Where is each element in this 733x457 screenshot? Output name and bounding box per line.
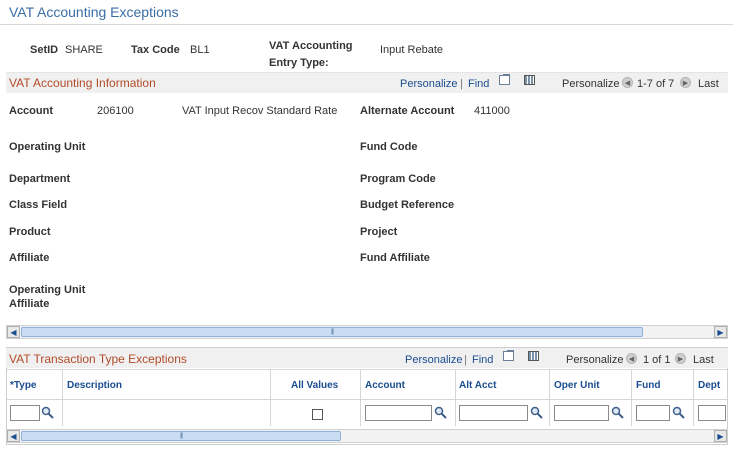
trans-exc-horizontal-scrollbar[interactable]: ◀ |||| ▶ [6, 429, 728, 443]
scroll-thumb[interactable]: |||| [21, 327, 643, 337]
magnifier-icon[interactable] [41, 406, 54, 419]
trans-exc-title: VAT Transaction Type Exceptions [9, 352, 187, 366]
header-bottom-rule [7, 399, 727, 400]
department-label: Department [9, 173, 71, 185]
acct-info-find-link[interactable]: Find [468, 78, 489, 90]
circle-arrow-right-icon[interactable]: ▶ [680, 77, 691, 88]
operating-unit-label: Operating Unit [9, 141, 86, 153]
nav-separator: | [460, 78, 463, 90]
alt-acct-input[interactable] [459, 405, 528, 421]
entry-type-value: Input Rebate [380, 44, 443, 56]
col-all-values[interactable]: All Values [291, 380, 338, 391]
taxcode-value: BL1 [190, 44, 210, 56]
magnifier-icon[interactable] [672, 406, 685, 419]
magnifier-icon[interactable] [530, 406, 543, 419]
trans-exc-last[interactable]: Last [693, 354, 714, 366]
col-oper-unit[interactable]: Oper Unit [554, 380, 600, 391]
col-alt-acct[interactable]: Alt Acct [459, 380, 496, 391]
magnifier-icon[interactable] [434, 406, 447, 419]
dept-input[interactable] [698, 405, 726, 421]
op-unit-affiliate-label-line2: Affiliate [9, 298, 50, 310]
fund-input[interactable] [636, 405, 670, 421]
acct-info-personalize-link[interactable]: Personalize [400, 78, 457, 90]
fund-code-label: Fund Code [360, 141, 418, 153]
budget-reference-label: Budget Reference [360, 199, 455, 211]
acct-info-range: 1-7 of 7 [637, 78, 675, 90]
scroll-right-icon[interactable]: ▶ [714, 326, 727, 338]
entry-type-label-line2: Entry Type: [269, 57, 329, 69]
circle-arrow-left-icon[interactable]: ◀ [622, 77, 633, 88]
col-divider [631, 370, 632, 426]
op-unit-affiliate-label-line1: Operating Unit [9, 284, 86, 296]
account-description: VAT Input Recov Standard Rate [182, 105, 338, 117]
trans-exc-personalize-link[interactable]: Personalize [405, 354, 462, 366]
page-title: VAT Accounting Exceptions [9, 4, 179, 20]
col-divider [360, 370, 361, 426]
col-fund[interactable]: Fund [636, 380, 660, 391]
setid-value: SHARE [65, 44, 103, 56]
magnifier-icon[interactable] [611, 406, 624, 419]
title-divider [0, 24, 733, 25]
class-field-label: Class Field [9, 199, 68, 211]
col-divider [693, 370, 694, 426]
trans-exc-personalize2[interactable]: Personalize [566, 354, 623, 366]
acct-info-horizontal-scrollbar[interactable]: ◀ |||| ▶ [6, 325, 728, 339]
circle-arrow-right-icon[interactable]: ▶ [675, 353, 686, 364]
account-input[interactable] [365, 405, 432, 421]
circle-arrow-left-icon[interactable]: ◀ [626, 353, 637, 364]
account-value: 206100 [97, 105, 134, 117]
alt-account-value: 411000 [474, 105, 510, 117]
col-divider [549, 370, 550, 426]
acct-info-title: VAT Accounting Information [9, 76, 156, 90]
trans-exc-find-link[interactable]: Find [472, 354, 493, 366]
col-description[interactable]: Description [67, 380, 122, 391]
header-top-rule [7, 369, 727, 370]
scroll-left-icon[interactable]: ◀ [7, 326, 20, 338]
col-divider [455, 370, 456, 426]
type-input[interactable] [10, 405, 40, 421]
view-all-zoom-icon[interactable] [499, 74, 510, 85]
account-label: Account [9, 105, 53, 117]
alt-account-label: Alternate Account [360, 105, 455, 117]
col-dept[interactable]: Dept [698, 380, 720, 391]
acct-info-last[interactable]: Last [698, 78, 719, 90]
scroll-right-icon[interactable]: ▶ [714, 430, 727, 442]
acct-info-personalize2[interactable]: Personalize [562, 78, 619, 90]
setid-label: SetID [30, 44, 59, 56]
project-label: Project [360, 226, 398, 238]
oper-unit-input[interactable] [554, 405, 609, 421]
download-grid-icon[interactable] [528, 351, 539, 361]
trans-exc-range: 1 of 1 [643, 354, 671, 366]
scroll-thumb[interactable]: |||| [21, 431, 341, 441]
col-divider [270, 370, 271, 426]
view-all-zoom-icon[interactable] [503, 350, 514, 361]
program-code-label: Program Code [360, 173, 436, 185]
taxcode-label: Tax Code [131, 44, 180, 56]
nav-separator: | [464, 354, 467, 366]
fund-affiliate-label: Fund Affiliate [360, 252, 430, 264]
affiliate-label: Affiliate [9, 252, 50, 264]
col-type[interactable]: *Type [10, 380, 37, 391]
scroll-left-icon[interactable]: ◀ [7, 430, 20, 442]
col-divider [62, 370, 63, 426]
col-account[interactable]: Account [365, 380, 405, 391]
download-grid-icon[interactable] [524, 75, 535, 85]
entry-type-label-line1: VAT Accounting [269, 40, 353, 52]
all-values-checkbox[interactable] [312, 409, 323, 420]
product-label: Product [9, 226, 51, 238]
